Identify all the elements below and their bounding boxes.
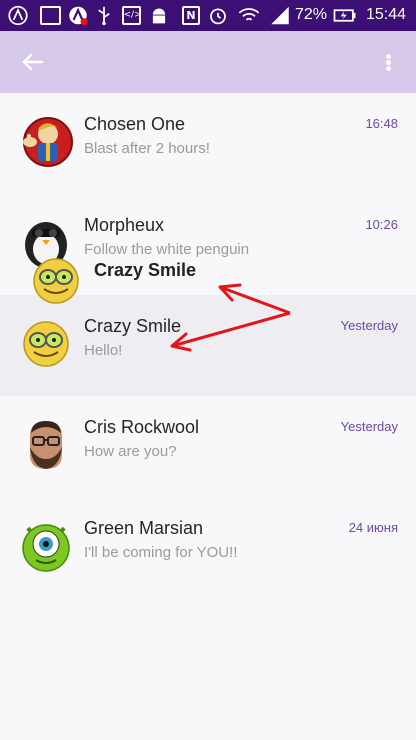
message-time: Yesterday bbox=[340, 419, 398, 434]
last-message: How are you? bbox=[84, 443, 177, 460]
message-time: 16:48 bbox=[365, 116, 398, 131]
status-bar: </> N 72% 15:44 bbox=[0, 0, 416, 31]
chat-row[interactable]: Green Marsian I'll be coming for YOU!! 2… bbox=[0, 497, 416, 598]
last-message: Blast after 2 hours! bbox=[84, 140, 210, 157]
contact-name: Crazy Smile bbox=[84, 316, 182, 336]
code-icon: </> bbox=[120, 5, 142, 26]
last-message: Hello! bbox=[84, 342, 123, 359]
contact-name: Green Marsian bbox=[84, 518, 204, 538]
clock: 15:44 bbox=[366, 6, 407, 23]
chat-row[interactable]: Chosen One Blast after 2 hours! 16:48 bbox=[0, 93, 416, 194]
dragged-chat-item[interactable]: Crazy Smile bbox=[28, 253, 268, 307]
battery-charging-icon bbox=[333, 9, 356, 22]
app-bar bbox=[0, 31, 416, 93]
bearded-man-avatar bbox=[30, 421, 62, 469]
signal-icon bbox=[271, 6, 289, 25]
app-logo-icon bbox=[8, 5, 28, 26]
vault-boy-avatar bbox=[23, 117, 73, 167]
message-time: 10:26 bbox=[365, 217, 398, 232]
nfc-icon: N bbox=[180, 5, 202, 26]
contact-name: Cris Rockwool bbox=[84, 417, 200, 437]
dragged-contact-name: Crazy Smile bbox=[94, 260, 197, 280]
chat-row[interactable]: Crazy Smile Hello! Yesterday bbox=[0, 295, 416, 396]
crazy-smiley-avatar bbox=[23, 321, 69, 367]
back-button[interactable] bbox=[14, 47, 50, 77]
wifi-icon bbox=[238, 8, 260, 21]
arrow-left-icon bbox=[22, 53, 44, 71]
android-icon bbox=[152, 8, 166, 24]
chat-list: Chosen One Blast after 2 hours! 16:48 Mo… bbox=[0, 93, 416, 740]
alarm-icon bbox=[210, 8, 226, 25]
green-monster-avatar bbox=[22, 524, 70, 572]
contact-name: Morpheux bbox=[84, 215, 165, 235]
usb-icon bbox=[98, 6, 110, 26]
message-time: 24 июня bbox=[348, 520, 398, 535]
overflow-menu-button[interactable] bbox=[376, 47, 400, 77]
image-icon bbox=[38, 5, 62, 26]
crazy-smiley-avatar bbox=[33, 258, 79, 304]
chat-row[interactable]: Cris Rockwool How are you? Yesterday bbox=[0, 396, 416, 497]
contact-name: Chosen One bbox=[84, 114, 186, 134]
avast-icon bbox=[69, 6, 88, 26]
battery-percent: 72% bbox=[295, 6, 328, 23]
message-time: Yesterday bbox=[340, 318, 398, 333]
last-message: I'll be coming for YOU!! bbox=[84, 544, 238, 561]
